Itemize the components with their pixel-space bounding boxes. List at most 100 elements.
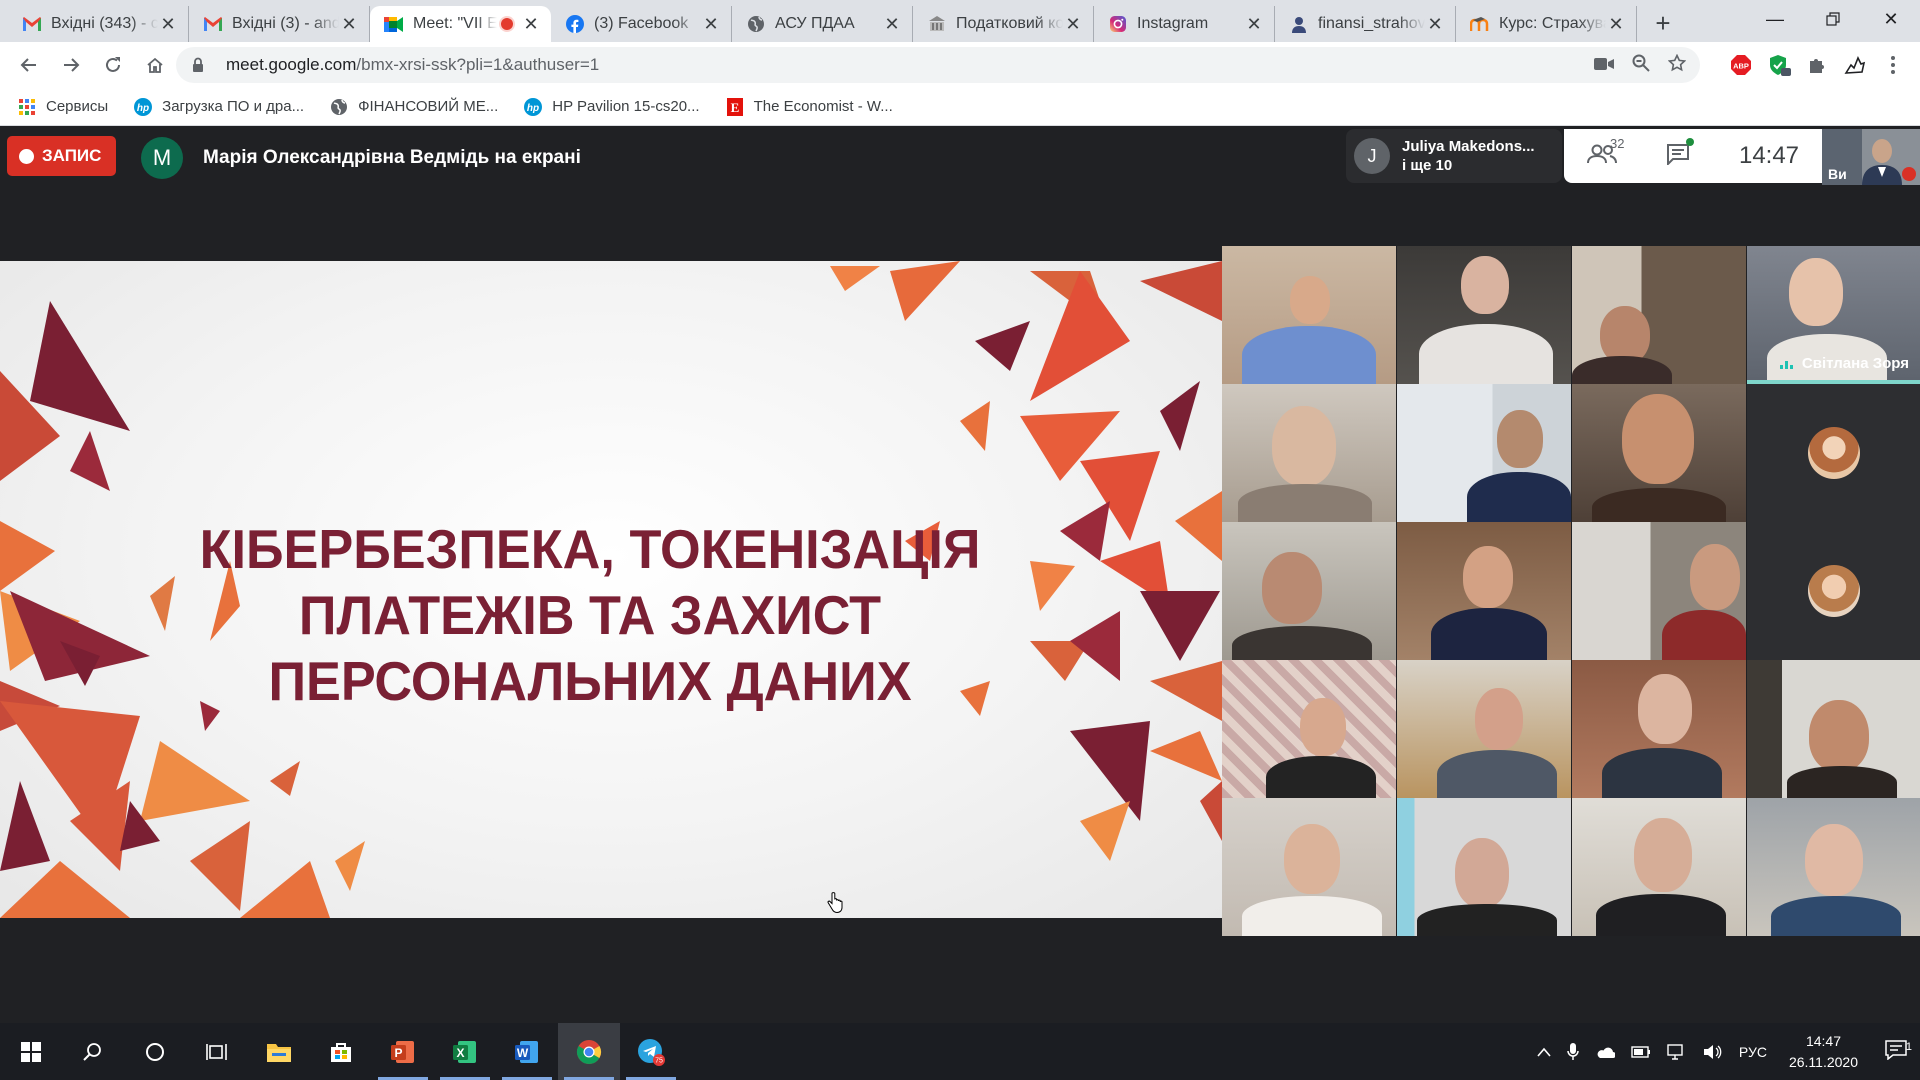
participant-body (1596, 894, 1726, 936)
home-icon[interactable] (136, 46, 174, 84)
participant-tile[interactable] (1222, 522, 1396, 660)
participant-tile[interactable] (1397, 522, 1571, 660)
tab-instagram[interactable]: Instagram ✕ (1094, 6, 1275, 42)
participant-tile[interactable] (1222, 798, 1396, 936)
close-tab-icon[interactable]: ✕ (1606, 14, 1626, 34)
participant-tile[interactable] (1572, 798, 1746, 936)
participant-body (1431, 608, 1547, 660)
tab-finansi[interactable]: finansi_strahov ✕ (1275, 6, 1456, 42)
bookmark-financial[interactable]: ФІНАНСОВИЙ МЕ... (330, 98, 498, 116)
bookmark-star-icon[interactable] (1667, 53, 1687, 77)
cortana-icon[interactable] (124, 1023, 186, 1080)
new-tab-button[interactable]: + (1645, 5, 1681, 41)
tab-facebook[interactable]: (3) Facebook ✕ (551, 6, 732, 42)
participant-tile-active[interactable]: Світлана Зоря (1747, 246, 1920, 384)
participant-tile[interactable] (1397, 798, 1571, 936)
store-icon[interactable] (310, 1023, 372, 1080)
close-tab-icon[interactable]: ✕ (1425, 14, 1445, 34)
telegram-icon[interactable]: 75 (620, 1023, 682, 1080)
taskbar-clock[interactable]: 14:47 26.11.2020 (1775, 1031, 1872, 1073)
bookmark-hp-pavilion[interactable]: hp HP Pavilion 15-cs20... (524, 97, 700, 116)
zoom-icon[interactable] (1632, 54, 1650, 77)
battery-icon[interactable] (1623, 1045, 1659, 1058)
network-icon[interactable] (1659, 1043, 1695, 1060)
volume-icon[interactable] (1695, 1044, 1731, 1060)
language-indicator[interactable]: РУС (1731, 1044, 1775, 1060)
tab-tax[interactable]: Податковий ко ✕ (913, 6, 1094, 42)
tab-title: (3) Facebook (594, 15, 689, 32)
profile-avatar-icon[interactable] (1842, 52, 1868, 78)
adblock-icon[interactable]: ABP (1728, 52, 1754, 78)
file-explorer-icon[interactable] (248, 1023, 310, 1080)
gmail-icon (22, 14, 42, 34)
svg-text:hp: hp (527, 103, 539, 114)
chat-icon (1666, 143, 1690, 170)
close-tab-icon[interactable]: ✕ (701, 14, 721, 34)
tab-course[interactable]: Курс: Страхува ✕ (1456, 6, 1637, 42)
person-icon (1289, 14, 1309, 34)
participant-tile-camera-off[interactable] (1747, 522, 1920, 660)
participant-tile[interactable] (1222, 384, 1396, 522)
tab-meet[interactable]: Meet: "VII Е ✕ (370, 6, 551, 42)
address-bar[interactable]: meet.google.com/bmx-xrsi-ssk?pli=1&authu… (176, 47, 1700, 83)
bookmarks-bar: Сервисы hp Загрузка ПО и дра... ФІНАНСОВ… (0, 88, 1920, 126)
participant-tile[interactable] (1222, 660, 1396, 798)
bookmark-economist[interactable]: E The Economist - W... (726, 97, 893, 116)
microphone-icon[interactable] (1559, 1042, 1587, 1061)
participant-tile-camera-off[interactable] (1747, 384, 1920, 522)
participant-body (1437, 750, 1557, 798)
participant-head (1300, 698, 1346, 756)
more-menu-icon[interactable] (1880, 52, 1906, 78)
close-tab-icon[interactable]: ✕ (1244, 14, 1264, 34)
participant-tile[interactable] (1222, 246, 1396, 384)
participant-tile[interactable] (1572, 384, 1746, 522)
participant-tile[interactable] (1572, 246, 1746, 384)
participant-tile[interactable] (1397, 660, 1571, 798)
search-icon[interactable] (62, 1023, 124, 1080)
excel-icon[interactable]: X (434, 1023, 496, 1080)
tab-asu-pdaa[interactable]: АСУ ПДАА ✕ (732, 6, 913, 42)
close-tab-icon[interactable]: ✕ (882, 14, 902, 34)
participant-tile[interactable] (1747, 798, 1920, 936)
chrome-icon[interactable] (558, 1023, 620, 1080)
participants-button[interactable]: 32 (1564, 136, 1640, 169)
svg-text:X: X (456, 1046, 464, 1060)
active-speaker-chip[interactable]: J Juliya Makedons... і ще 10 (1346, 129, 1562, 183)
extensions-area: ABP (1728, 42, 1920, 88)
recording-badge[interactable]: ЗАПИС (7, 136, 116, 176)
participant-body (1266, 756, 1376, 798)
minimize-icon[interactable]: — (1746, 0, 1804, 38)
bookmark-services[interactable]: Сервисы (18, 98, 108, 116)
windows-start-icon[interactable] (0, 1023, 62, 1080)
task-view-icon[interactable] (186, 1023, 248, 1080)
participant-tile[interactable] (1572, 660, 1746, 798)
tab-gmail-1[interactable]: Вхідні (343) - c ✕ (8, 6, 189, 42)
self-view-tile[interactable]: Ви (1822, 129, 1920, 185)
restore-icon[interactable] (1804, 0, 1862, 38)
close-window-icon[interactable]: ✕ (1862, 0, 1920, 38)
participant-tile[interactable] (1397, 246, 1571, 384)
participant-tile[interactable] (1747, 660, 1920, 798)
close-tab-icon[interactable]: ✕ (339, 14, 359, 34)
puzzle-extensions-icon[interactable] (1804, 52, 1830, 78)
participant-tile[interactable] (1397, 384, 1571, 522)
camera-in-use-icon[interactable] (1594, 55, 1614, 76)
tray-expand-icon[interactable] (1529, 1047, 1559, 1057)
bookmark-hp-drivers[interactable]: hp Загрузка ПО и дра... (134, 97, 304, 116)
powerpoint-icon[interactable]: P (372, 1023, 434, 1080)
close-tab-icon[interactable]: ✕ (158, 14, 178, 34)
back-arrow-icon[interactable] (10, 46, 48, 84)
shield-extension-icon[interactable] (1766, 52, 1792, 78)
muted-mic-icon (1902, 167, 1916, 181)
chat-button[interactable] (1640, 137, 1716, 170)
word-icon[interactable]: W (496, 1023, 558, 1080)
close-tab-icon[interactable]: ✕ (521, 14, 541, 34)
lock-icon[interactable] (192, 57, 212, 73)
notifications-button[interactable]: 1 (1872, 1040, 1920, 1063)
forward-arrow-icon[interactable] (52, 46, 90, 84)
close-tab-icon[interactable]: ✕ (1063, 14, 1083, 34)
tab-gmail-2[interactable]: Вхідні (3) - and ✕ (189, 6, 370, 42)
onedrive-icon[interactable] (1587, 1045, 1623, 1059)
reload-icon[interactable] (94, 46, 132, 84)
participant-tile[interactable] (1572, 522, 1746, 660)
